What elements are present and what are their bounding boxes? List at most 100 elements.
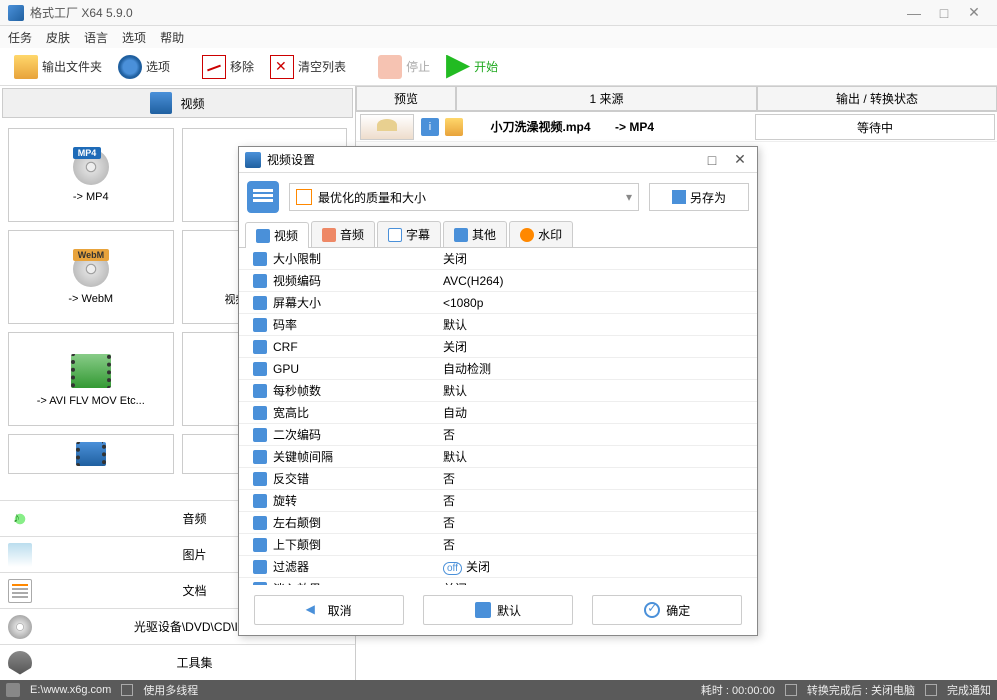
setting-row[interactable]: 过滤器 off关闭 — [239, 556, 757, 578]
setting-value[interactable]: <1080p — [439, 296, 757, 310]
setting-key: GPU — [273, 362, 299, 376]
tab-watermark[interactable]: 水印 — [509, 221, 573, 247]
setting-key: 反交错 — [273, 470, 309, 487]
output-path[interactable]: E:\www.x6g.com — [30, 684, 111, 696]
setting-row[interactable]: 上下颠倒否 — [239, 534, 757, 556]
setting-value[interactable]: AVC(H264) — [439, 274, 757, 288]
setting-row[interactable]: 每秒帧数默认 — [239, 380, 757, 402]
video-settings-dialog: 视频设置 □ ✕ 最优化的质量和大小 ▾ 另存为 视频 音频 字幕 其他 水印 … — [238, 146, 758, 636]
audio-icon — [8, 507, 32, 531]
setting-icon — [253, 560, 267, 574]
remove-button[interactable]: 移除 — [196, 51, 260, 83]
options-button[interactable]: 选项 — [112, 51, 176, 83]
setting-row[interactable]: 大小限制 关闭 — [239, 248, 757, 270]
open-folder-icon[interactable] — [445, 118, 463, 136]
start-button[interactable]: 开始 — [440, 51, 504, 83]
setting-value[interactable]: 否 — [439, 536, 757, 553]
setting-row[interactable]: CRF关闭 — [239, 336, 757, 358]
tab-other[interactable]: 其他 — [443, 221, 507, 247]
tab-subtitle[interactable]: 字幕 — [377, 221, 441, 247]
format-avi-etc[interactable]: -> AVI FLV MOV Etc... — [8, 332, 174, 426]
setting-key: 旋转 — [273, 492, 297, 509]
setting-value[interactable]: 否 — [439, 470, 757, 487]
close-button[interactable]: ✕ — [959, 3, 989, 23]
setting-value[interactable]: off关闭 — [439, 558, 757, 575]
after-checkbox[interactable] — [785, 684, 797, 696]
maximize-button[interactable]: □ — [929, 3, 959, 23]
save-as-button[interactable]: 另存为 — [649, 183, 749, 211]
setting-key: 关键帧间隔 — [273, 448, 333, 465]
setting-row[interactable]: 左右颠倒否 — [239, 512, 757, 534]
format-webm[interactable]: WebM-> WebM — [8, 230, 174, 324]
menu-task[interactable]: 任务 — [8, 29, 32, 46]
menubar: 任务 皮肤 语言 选项 帮助 — [0, 26, 997, 48]
setting-row[interactable]: 屏幕大小 <1080p — [239, 292, 757, 314]
setting-key: 视频编码 — [273, 272, 321, 289]
setting-icon — [253, 428, 267, 442]
tab-audio[interactable]: 音频 — [311, 221, 375, 247]
setting-icon — [253, 274, 267, 288]
preset-item-icon — [296, 189, 312, 205]
setting-row[interactable]: GPU 自动检测 — [239, 358, 757, 380]
setting-key: 过滤器 — [273, 558, 309, 575]
setting-value[interactable]: 关闭 — [439, 250, 757, 267]
setting-icon — [253, 538, 267, 552]
setting-icon — [253, 384, 267, 398]
setting-row[interactable]: 视频编码 AVC(H264) — [239, 270, 757, 292]
output-folder-button[interactable]: 输出文件夹 — [8, 51, 108, 83]
setting-row[interactable]: 宽高比自动 — [239, 402, 757, 424]
setting-value[interactable]: 自动 — [439, 404, 757, 421]
col-output[interactable]: 输出 / 转换状态 — [757, 86, 997, 111]
toolbar: 输出文件夹 选项 移除 清空列表 停止 开始 — [0, 48, 997, 86]
video-tab-icon — [256, 229, 270, 243]
back-arrow-icon: ◀ — [306, 602, 322, 618]
setting-value[interactable]: 默认 — [439, 448, 757, 465]
default-icon — [475, 602, 491, 618]
document-icon — [8, 579, 32, 603]
preview-thumb — [360, 114, 414, 140]
setting-value[interactable]: 否 — [439, 426, 757, 443]
minimize-button[interactable]: — — [899, 3, 929, 23]
setting-row[interactable]: 反交错 否 — [239, 468, 757, 490]
setting-value[interactable]: 自动检测 — [439, 360, 757, 377]
setting-value[interactable]: 关闭 — [439, 338, 757, 355]
tab-video[interactable]: 视频 — [245, 222, 309, 248]
setting-row[interactable]: 旋转 否 — [239, 490, 757, 512]
format-extra-1[interactable] — [8, 434, 174, 474]
setting-value[interactable]: 否 — [439, 514, 757, 531]
setting-value[interactable]: 默认 — [439, 382, 757, 399]
dialog-close-button[interactable]: ✕ — [729, 151, 751, 168]
setting-icon — [253, 296, 267, 310]
category-tools[interactable]: 工具集 — [0, 644, 355, 680]
ok-button[interactable]: 确定 — [592, 595, 742, 625]
format-mp4[interactable]: MP4-> MP4 — [8, 128, 174, 222]
multithread-checkbox[interactable] — [121, 684, 133, 696]
setting-key: 大小限制 — [273, 250, 321, 267]
stop-button[interactable]: 停止 — [372, 51, 436, 83]
setting-value[interactable]: 默认 — [439, 316, 757, 333]
setting-key: 屏幕大小 — [273, 294, 321, 311]
dialog-maximize-button[interactable]: □ — [701, 152, 723, 168]
setting-row[interactable]: 关键帧间隔 默认 — [239, 446, 757, 468]
setting-icon — [253, 472, 267, 486]
clear-list-button[interactable]: 清空列表 — [264, 51, 352, 83]
menu-options[interactable]: 选项 — [122, 29, 146, 46]
notify-checkbox[interactable] — [925, 684, 937, 696]
preset-dropdown[interactable]: 最优化的质量和大小 ▾ — [289, 183, 639, 211]
setting-row[interactable]: 淡入效果关闭 — [239, 578, 757, 585]
task-row[interactable]: i 小刀洗澡视频.mp4 -> MP4 等待中 — [356, 112, 997, 142]
menu-help[interactable]: 帮助 — [160, 29, 184, 46]
col-source[interactable]: 1 来源 — [456, 86, 757, 111]
category-header-video[interactable]: 视频 — [2, 88, 353, 118]
setting-row[interactable]: 二次编码 否 — [239, 424, 757, 446]
col-preview[interactable]: 预览 — [356, 86, 456, 111]
info-icon[interactable]: i — [421, 118, 439, 136]
setting-key: 二次编码 — [273, 426, 321, 443]
cancel-button[interactable]: ◀取消 — [254, 595, 404, 625]
menu-language[interactable]: 语言 — [84, 29, 108, 46]
default-button[interactable]: 默认 — [423, 595, 573, 625]
setting-row[interactable]: 码率默认 — [239, 314, 757, 336]
subtitle-tab-icon — [388, 228, 402, 242]
menu-skin[interactable]: 皮肤 — [46, 29, 70, 46]
setting-value[interactable]: 否 — [439, 492, 757, 509]
